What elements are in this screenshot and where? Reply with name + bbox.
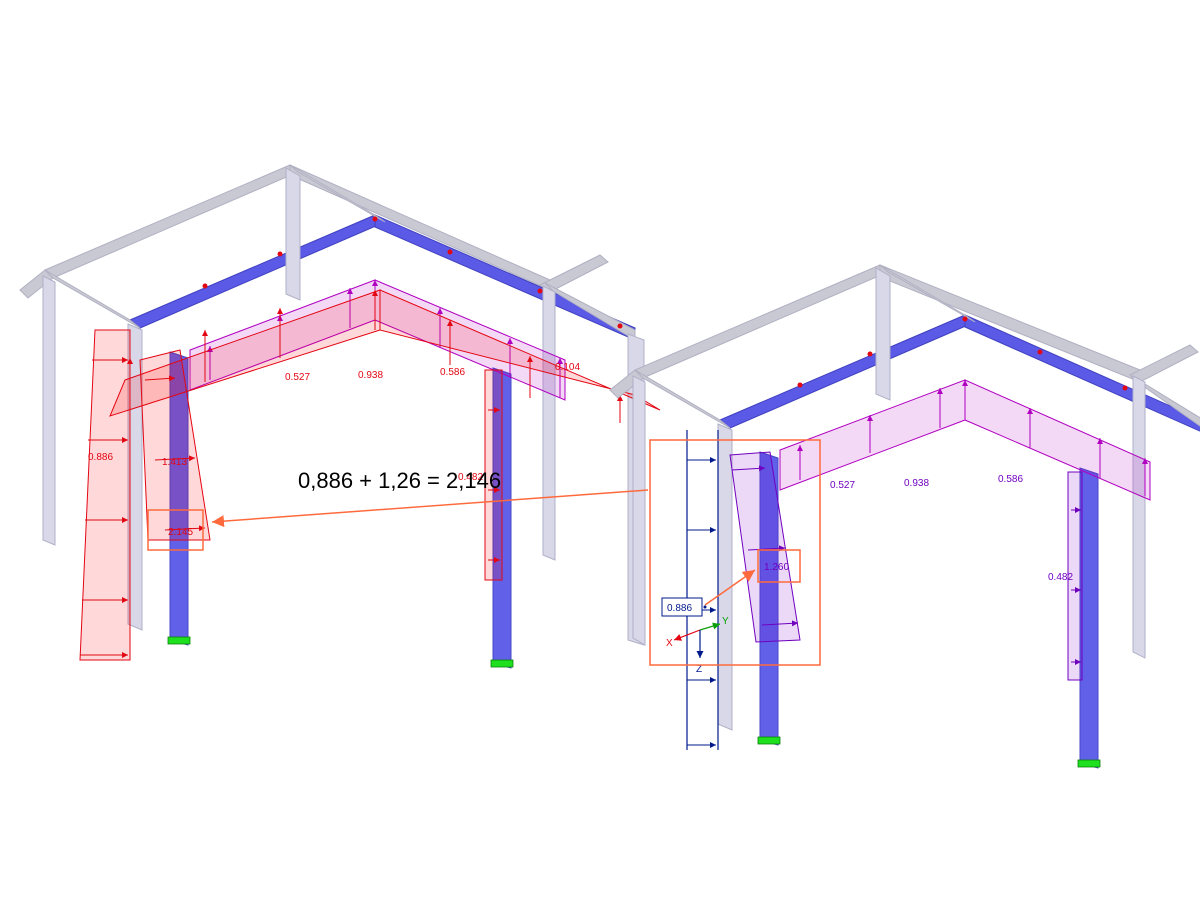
label-2145: 2.145 <box>168 527 193 538</box>
label-0886-right: 0.886 <box>667 603 692 614</box>
label-0586-right: 0.586 <box>998 474 1023 485</box>
highlight-arrow-main <box>212 490 648 522</box>
label-0482-right: 0.482 <box>1048 572 1073 583</box>
label-0527-right: 0.527 <box>830 480 855 491</box>
left-frame: 0.886 1.413 2.145 0.527 0.938 0.586 0.10… <box>20 165 660 668</box>
axis-label-x: X <box>666 638 673 649</box>
label-1413: 1.413 <box>162 457 187 468</box>
equation-text: 0,886 + 1,26 = 2,146 <box>298 468 501 493</box>
label-0938-right: 0.938 <box>904 478 929 489</box>
right-frame: 0.527 0.938 0.586 0.482 0.886 1.260 X Y … <box>610 265 1200 768</box>
structural-comparison-diagram: 0.886 1.413 2.145 0.527 0.938 0.586 0.10… <box>0 0 1200 900</box>
label-0938-left: 0.938 <box>358 370 383 381</box>
left-col-load-left <box>80 330 130 660</box>
right-col-load-0886 <box>687 430 718 750</box>
label-0586-left: 0.586 <box>440 367 465 378</box>
label-0886-left: 0.886 <box>88 452 113 463</box>
axis-label-y: Y <box>722 616 729 627</box>
label-0104: 0.104 <box>555 362 580 373</box>
label-1260: 1.260 <box>764 562 789 573</box>
label-0527-left: 0.527 <box>285 372 310 383</box>
